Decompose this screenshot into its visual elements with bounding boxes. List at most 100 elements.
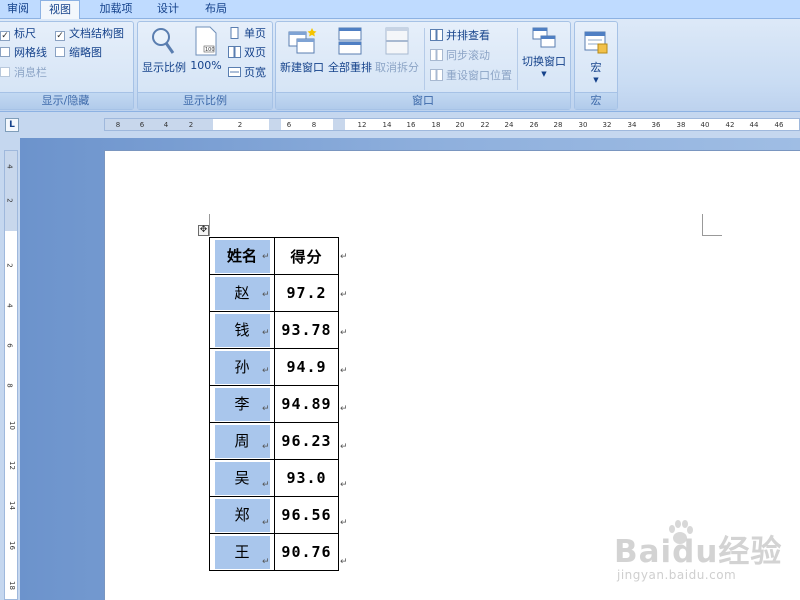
tab-review[interactable]: 审阅 [4, 0, 32, 19]
ruler-tick-label: 6 [5, 343, 14, 348]
table-row: 王 90.76 [209, 533, 339, 571]
cell-end-mark: ↵ [262, 328, 270, 338]
table-row: 郑 96.56 [209, 496, 339, 534]
new-window-button[interactable]: 新建窗口 [280, 26, 324, 75]
horizontal-ruler[interactable]: 8 6 4 2 2 6 8 12 14 16 18 20 22 24 26 28 30 32 34 36 38 40 42 4… [104, 118, 800, 131]
ruler-tick-label: 12 [7, 461, 16, 470]
tab-layout[interactable]: 布局 [198, 0, 234, 19]
name-cell[interactable]: 周 [209, 422, 275, 460]
switch-windows-icon [532, 27, 556, 48]
ruler-tick-label: 4 [5, 164, 14, 169]
ruler-tick-label: 14 [7, 501, 16, 510]
new-window-icon [288, 28, 317, 54]
new-window-label: 新建窗口 [280, 61, 324, 74]
cell-end-mark: ↵ [262, 366, 270, 376]
page-100-icon: 100 [195, 26, 217, 56]
tab-design[interactable]: 设计 [150, 0, 186, 19]
row-end-mark: ↵ [340, 442, 348, 452]
macros-button[interactable]: 宏 ▼ [580, 30, 612, 85]
svg-text:100: 100 [205, 47, 215, 53]
separator [517, 28, 518, 90]
table-row: 李 94.89 [209, 385, 339, 423]
table-row: 吴 93.0 [209, 459, 339, 497]
ruler-tick-label: 26 [529, 121, 539, 129]
score-cell[interactable]: 94.9 [274, 348, 339, 386]
ruler-left-margin [105, 119, 213, 130]
arrange-all-button[interactable]: 全部重排 [327, 26, 373, 75]
message-bar-label: 消息栏 [14, 66, 47, 79]
view-side-by-side-button[interactable]: 并排查看 [430, 28, 490, 44]
group-zoom: 显示比例 100 100% 单页 双页 页宽 显示比例 [137, 21, 273, 110]
tab-view[interactable]: 视图 [40, 0, 80, 20]
zoom-button[interactable]: 显示比例 [142, 26, 186, 75]
zoom-button-label: 显示比例 [142, 61, 186, 74]
side-by-side-icon [430, 29, 443, 41]
ribbon: ✓ 标尺 网格线 消息栏 ✓ 文档结构图 缩略图 显示/隐藏 显示比例 100 10… [0, 19, 800, 112]
checkbox-empty-icon [55, 47, 65, 57]
page-width-label: 页宽 [244, 66, 266, 79]
score-cell[interactable]: 94.89 [274, 385, 339, 423]
message-bar-checkbox[interactable]: 消息栏 [0, 66, 47, 80]
ruler-tick-label: 8 [115, 121, 121, 129]
side-by-side-label: 并排查看 [446, 29, 490, 42]
row-end-mark: ↵ [340, 328, 348, 338]
ruler-tick-label: 46 [774, 121, 784, 129]
zoom-100-button[interactable]: 100 100% [190, 26, 222, 72]
split-icon [385, 27, 409, 55]
score-cell[interactable]: 97.2 [274, 274, 339, 312]
zoom-100-label: 100% [190, 59, 222, 72]
header-cell-score[interactable]: 得分 [274, 237, 339, 275]
ruler-tick-label: 36 [651, 121, 661, 129]
reset-window-position-button[interactable]: 重设窗口位置 [430, 68, 512, 84]
cell-end-mark: ↵ [262, 252, 270, 262]
remove-split-button[interactable]: 取消拆分 [374, 26, 420, 75]
separator [424, 28, 425, 90]
gridlines-checkbox[interactable]: 网格线 [0, 46, 47, 60]
vertical-ruler[interactable]: 4 2 2 4 6 8 10 12 14 16 18 [4, 150, 18, 600]
name-cell[interactable]: 吴 [209, 459, 275, 497]
doc-map-checkbox[interactable]: ✓ 文档结构图 [55, 27, 124, 41]
magnifier-icon [152, 28, 175, 54]
ruler-tick-label: 2 [188, 121, 194, 129]
sync-scroll-button[interactable]: 同步滚动 [430, 48, 490, 64]
score-cell[interactable]: 93.78 [274, 311, 339, 349]
group-show-hide: ✓ 标尺 网格线 消息栏 ✓ 文档结构图 缩略图 显示/隐藏 [0, 21, 134, 110]
thumbnails-checkbox[interactable]: 缩略图 [55, 46, 102, 60]
ruler-tick-label: 24 [504, 121, 514, 129]
remove-split-label: 取消拆分 [375, 61, 419, 74]
row-end-mark: ↵ [340, 480, 348, 490]
page-width-button[interactable]: 页宽 [228, 65, 266, 81]
group-label-macros: 宏 [575, 92, 617, 109]
sync-scroll-icon [430, 49, 443, 61]
ruler-top-margin [5, 151, 17, 231]
row-end-mark: ↵ [340, 557, 348, 567]
tab-addins[interactable]: 加载项 [92, 0, 140, 19]
ruler-tick-label: 34 [627, 121, 637, 129]
two-pages-button[interactable]: 双页 [228, 45, 266, 61]
group-label-show-hide: 显示/隐藏 [0, 92, 133, 109]
watermark-url: jingyan.baidu.com [617, 568, 737, 582]
gridlines-label: 网格线 [14, 46, 47, 59]
score-cell[interactable]: 90.76 [274, 533, 339, 571]
ruler-checkbox[interactable]: ✓ 标尺 [0, 27, 36, 41]
score-cell[interactable]: 96.56 [274, 496, 339, 534]
table-header-row: 姓名 得分 [209, 237, 339, 275]
ribbon-tab-bar: 审阅 视图 加载项 设计 布局 [0, 0, 800, 20]
ruler-tick-label: 16 [406, 121, 416, 129]
table-move-handle-icon[interactable]: ✥ [198, 225, 209, 236]
one-page-icon [230, 27, 239, 39]
ruler-tick-label: 2 [237, 121, 243, 129]
one-page-button[interactable]: 单页 [228, 26, 266, 42]
score-table[interactable]: 姓名 得分 赵 97.2 钱 93.78 孙 94.9 李 94.89 周 96.23 吴 93.0 郑… [209, 237, 339, 571]
ruler-tick-label: 4 [163, 121, 169, 129]
switch-windows-button[interactable]: 切换窗口 ▼ [520, 26, 568, 79]
table-row: 孙 94.9 [209, 348, 339, 386]
checkbox-empty-icon [0, 47, 10, 57]
dropdown-arrow-icon: ▼ [593, 76, 599, 84]
tab-selector[interactable]: L [5, 118, 19, 132]
table-row: 钱 93.78 [209, 311, 339, 349]
score-cell[interactable]: 96.23 [274, 422, 339, 460]
score-cell[interactable]: 93.0 [274, 459, 339, 497]
ruler-tick-label: 6 [286, 121, 292, 129]
cell-end-mark: ↵ [262, 557, 270, 567]
